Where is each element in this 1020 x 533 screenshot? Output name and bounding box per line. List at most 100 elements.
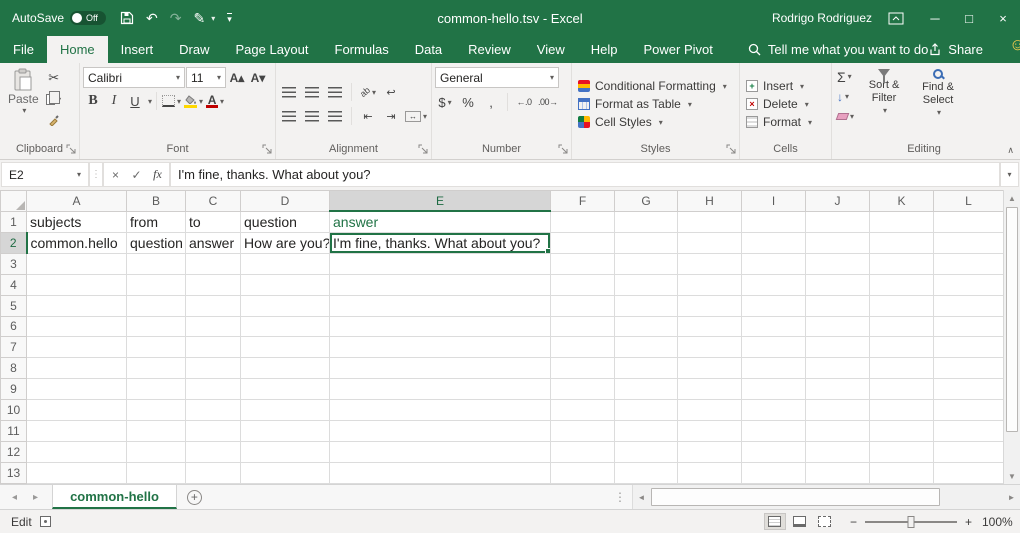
cell-I10[interactable] [742,400,806,421]
cell-C5[interactable] [186,295,241,316]
ribbon-tab-home[interactable]: Home [47,36,108,63]
conditional-formatting-button[interactable]: Conditional Formatting▾ [575,78,736,94]
cell-E4[interactable] [330,274,551,295]
cell-B9[interactable] [127,379,186,400]
cell-J7[interactable] [806,337,870,358]
zoom-slider-thumb[interactable] [907,516,914,528]
comma-style-button[interactable]: , [481,92,501,112]
cell-K4[interactable] [870,274,934,295]
cell-A10[interactable] [27,400,127,421]
insert-cells-button[interactable]: +Insert▾ [743,78,828,94]
share-button[interactable]: Share [928,36,983,63]
page-layout-view-button[interactable] [789,513,811,530]
cell-F1[interactable] [551,211,615,232]
insert-function-button[interactable]: fx [148,165,167,184]
cell-D7[interactable] [241,337,330,358]
cell-G1[interactable] [615,211,678,232]
clear-button[interactable]: ▾ [835,107,856,126]
paste-button[interactable]: Paste ▾ [3,66,44,142]
decrease-font-size-button[interactable]: A▾ [248,68,268,88]
column-header-H[interactable]: H [678,191,742,212]
next-sheet-button[interactable]: ▸ [33,492,38,503]
scroll-down-button[interactable]: ▼ [1004,468,1020,484]
underline-button[interactable]: U [125,91,145,111]
cell-D11[interactable] [241,421,330,442]
styles-dialog-launcher[interactable] [726,144,737,155]
number-dialog-launcher[interactable] [558,144,569,155]
cell-I11[interactable] [742,421,806,442]
cell-D12[interactable] [241,442,330,463]
row-header-8[interactable]: 8 [1,358,27,379]
row-header-12[interactable]: 12 [1,442,27,463]
new-sheet-button[interactable]: + [177,485,212,509]
cell-D1[interactable]: question [241,211,330,232]
cell-L7[interactable] [934,337,1004,358]
cell-J3[interactable] [806,253,870,274]
cell-J8[interactable] [806,358,870,379]
row-header-9[interactable]: 9 [1,379,27,400]
zoom-in-button[interactable]: + [965,515,972,529]
cell-F5[interactable] [551,295,615,316]
cell-L12[interactable] [934,442,1004,463]
page-break-preview-button[interactable] [814,513,836,530]
row-header-7[interactable]: 7 [1,337,27,358]
cell-E3[interactable] [330,253,551,274]
cell-C9[interactable] [186,379,241,400]
cell-B12[interactable] [127,442,186,463]
middle-align-button[interactable] [302,82,322,102]
align-right-button[interactable] [325,106,345,126]
cell-I12[interactable] [742,442,806,463]
top-align-button[interactable] [279,82,299,102]
cell-I1[interactable] [742,211,806,232]
cell-H1[interactable] [678,211,742,232]
scroll-left-button[interactable]: ◄ [633,493,650,502]
cell-E12[interactable] [330,442,551,463]
row-header-6[interactable]: 6 [1,316,27,337]
cell-E1[interactable]: answer [330,211,551,232]
cell-H10[interactable] [678,400,742,421]
column-header-A[interactable]: A [27,191,127,212]
italic-button[interactable]: I [104,91,124,111]
cell-L11[interactable] [934,421,1004,442]
cell-D2[interactable]: How are you? [241,232,330,253]
cell-J5[interactable] [806,295,870,316]
increase-font-size-button[interactable]: A▴ [227,68,247,88]
cell-G3[interactable] [615,253,678,274]
column-header-L[interactable]: L [934,191,1004,212]
minimize-button[interactable]: ─ [918,0,952,36]
cell-A8[interactable] [27,358,127,379]
cell-C11[interactable] [186,421,241,442]
format-cells-button[interactable]: Format▾ [743,114,828,130]
cell-I4[interactable] [742,274,806,295]
row-header-1[interactable]: 1 [1,211,27,232]
cell-C4[interactable] [186,274,241,295]
cell-J10[interactable] [806,400,870,421]
cell-D8[interactable] [241,358,330,379]
cell-G2[interactable] [615,232,678,253]
fill-button[interactable]: ↓▾ [835,87,856,106]
cell-K8[interactable] [870,358,934,379]
cell-C3[interactable] [186,253,241,274]
select-all-corner[interactable] [1,191,27,212]
cell-G10[interactable] [615,400,678,421]
cell-B8[interactable] [127,358,186,379]
cell-K2[interactable] [870,232,934,253]
user-name[interactable]: Rodrigo Rodriguez [772,11,872,25]
cell-F9[interactable] [551,379,615,400]
cell-E2[interactable]: I'm fine, thanks. What about you? [330,232,551,253]
find-select-button[interactable]: Find & Select ▾ [912,66,964,142]
ribbon-tab-file[interactable]: File [0,36,47,63]
enter-button[interactable]: ✓ [127,165,146,184]
format-as-table-button[interactable]: Format as Table▾ [575,96,736,112]
previous-sheet-button[interactable]: ◂ [12,492,17,503]
cell-D9[interactable] [241,379,330,400]
cell-G8[interactable] [615,358,678,379]
row-header-3[interactable]: 3 [1,253,27,274]
cell-C2[interactable]: answer [186,232,241,253]
cell-K5[interactable] [870,295,934,316]
cell-F12[interactable] [551,442,615,463]
cell-D6[interactable] [241,316,330,337]
delete-cells-button[interactable]: ×Delete▾ [743,96,828,112]
ribbon-tab-page-layout[interactable]: Page Layout [223,36,322,63]
cell-H12[interactable] [678,442,742,463]
